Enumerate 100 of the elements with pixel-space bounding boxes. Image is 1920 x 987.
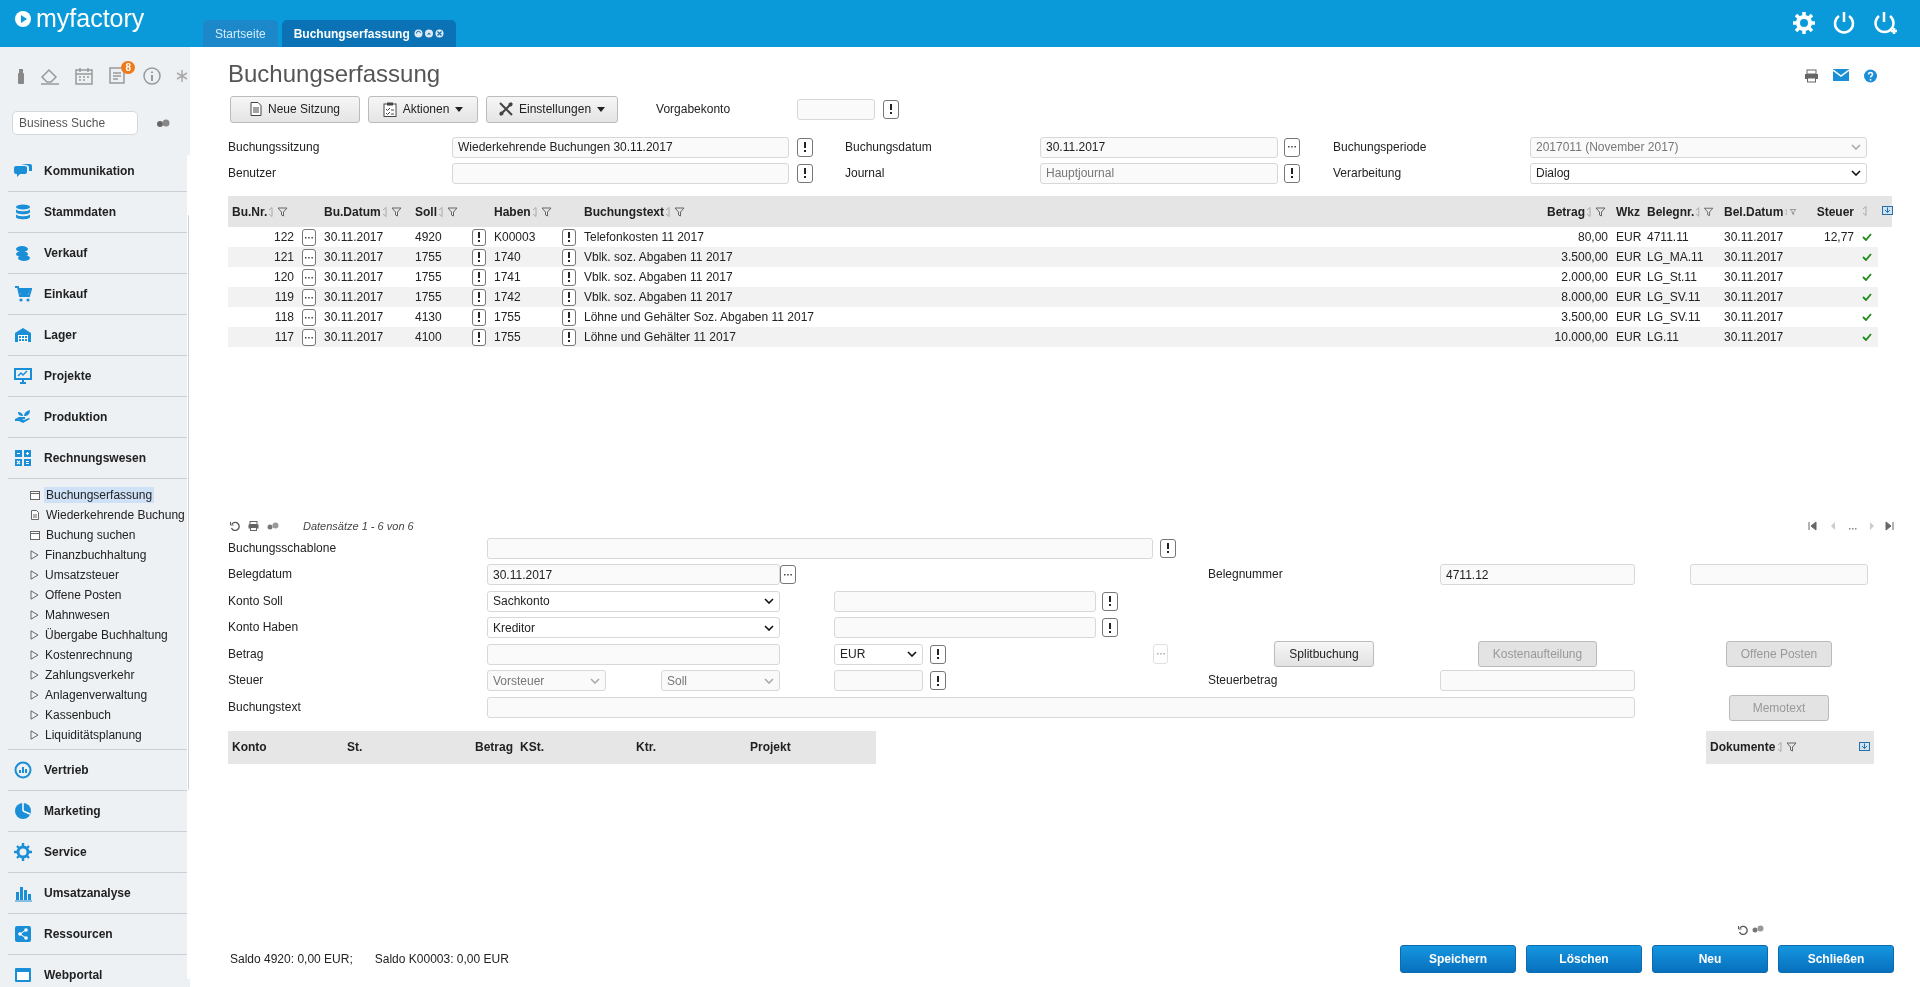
nav-subitem[interactable]: Umsatzsteuer <box>30 565 187 585</box>
input-field[interactable] <box>797 98 876 120</box>
gears-icon[interactable] <box>156 118 170 128</box>
exclamation-button[interactable] <box>562 248 576 266</box>
footer-button[interactable]: Löschen <box>1526 945 1642 973</box>
input-field[interactable] <box>452 162 789 184</box>
refresh-icon[interactable] <box>1738 925 1748 935</box>
column-header[interactable]: Buchungstext <box>584 204 665 219</box>
more-button[interactable] <box>780 565 796 585</box>
toolbar-button[interactable]: Einstellungen <box>486 95 619 123</box>
print-icon[interactable] <box>248 521 259 531</box>
nav-item[interactable]: Vertrieb <box>8 750 187 791</box>
more-button[interactable] <box>302 289 316 307</box>
date-field[interactable]: 30.11.2017 <box>1040 136 1278 158</box>
nav-subitem[interactable]: Offene Posten <box>30 585 187 605</box>
settings-icon[interactable] <box>1792 10 1816 35</box>
date-field[interactable]: 30.11.2017 <box>487 564 780 586</box>
input-field[interactable] <box>487 643 780 665</box>
exclamation-button[interactable] <box>472 268 486 286</box>
exclamation-button[interactable] <box>1102 618 1118 638</box>
input-field[interactable] <box>834 617 1096 639</box>
sort-filter-icon[interactable] <box>1784 206 1798 217</box>
tab-controls-icon[interactable] <box>413 29 444 38</box>
power-icon[interactable] <box>1832 10 1856 35</box>
nav-item[interactable]: Service <box>8 832 187 873</box>
sort-filter-icon[interactable] <box>438 206 460 217</box>
column-header[interactable]: Projekt <box>750 740 791 755</box>
nav-subitem[interactable]: Übergabe Buchhaltung <box>30 625 187 645</box>
column-header[interactable]: Soll <box>415 204 437 219</box>
nav-subitem[interactable]: Zahlungsverkehr <box>30 665 187 685</box>
toolbar-button[interactable]: Aktionen <box>368 95 478 123</box>
more-button[interactable] <box>302 249 316 267</box>
input-field[interactable] <box>834 590 1096 612</box>
nav-subitem[interactable]: Kassenbuch <box>30 705 187 725</box>
tab[interactable]: Buchungserfassung <box>281 20 456 47</box>
nav-subitem[interactable]: Mahnwesen <box>30 605 187 625</box>
nav-item[interactable]: Stammdaten <box>8 192 187 233</box>
exclamation-button[interactable] <box>562 308 576 326</box>
more-button[interactable] <box>1284 137 1300 157</box>
exclamation-button[interactable] <box>1160 538 1176 558</box>
sort-filter-icon[interactable] <box>1586 206 1608 217</box>
dropdown[interactable]: Dialog <box>1530 162 1867 184</box>
exclamation-button[interactable] <box>562 268 576 286</box>
gears-icon[interactable] <box>267 522 279 530</box>
info-icon[interactable] <box>142 66 162 86</box>
column-header[interactable]: Dokumente <box>1710 740 1776 755</box>
exclamation-button[interactable] <box>472 328 486 346</box>
sort-filter-icon[interactable] <box>1777 742 1800 753</box>
sort-filter-icon[interactable] <box>1695 206 1716 217</box>
footer-button[interactable]: Neu <box>1652 945 1768 973</box>
column-header[interactable]: Haben <box>494 204 531 219</box>
column-header[interactable]: Bu.Nr. <box>232 204 268 219</box>
refresh-icon[interactable] <box>230 521 240 531</box>
export-icon[interactable] <box>1882 205 1893 216</box>
nav-item[interactable]: Umsatzanalyse <box>8 873 187 914</box>
mail-icon[interactable] <box>1833 69 1849 81</box>
nav-subitem[interactable]: Finanzbuchhaltung <box>30 545 187 565</box>
exclamation-button[interactable] <box>472 308 486 326</box>
footer-button[interactable]: Speichern <box>1400 945 1516 973</box>
exclamation-button[interactable] <box>472 228 486 246</box>
exclamation-button[interactable] <box>930 644 946 664</box>
footer-button[interactable]: Schließen <box>1778 945 1894 973</box>
dropdown[interactable]: Kreditor <box>487 617 780 639</box>
calendar-icon[interactable] <box>74 66 94 86</box>
nav-item[interactable]: Marketing <box>8 791 187 832</box>
exclamation-button[interactable] <box>562 228 576 246</box>
input-field[interactable] <box>1440 670 1635 692</box>
print-icon[interactable] <box>1804 69 1819 83</box>
exclamation-button[interactable] <box>797 163 813 183</box>
gears-icon[interactable] <box>1752 925 1764 933</box>
more-button[interactable] <box>302 269 316 287</box>
exclamation-button[interactable] <box>562 328 576 346</box>
nav-item[interactable]: Verkauf <box>8 233 187 274</box>
input-field[interactable] <box>1690 564 1868 586</box>
column-header[interactable]: Konto <box>232 740 267 755</box>
nav-item[interactable]: Einkauf <box>8 274 187 315</box>
bottle-icon[interactable] <box>16 67 26 85</box>
nav-subitem[interactable]: Wiederkehrende Buchung <box>30 505 187 525</box>
power-plus-icon[interactable] <box>1872 10 1898 37</box>
dropdown[interactable]: Sachkonto <box>487 590 780 612</box>
column-header[interactable]: Betrag <box>475 740 513 755</box>
sort-filter-icon[interactable] <box>531 206 554 217</box>
action-button[interactable]: Splitbuchung <box>1274 641 1374 668</box>
nav-subitem[interactable]: Liquiditätsplanung <box>30 725 187 745</box>
nav-subitem[interactable]: Anlagenverwaltung <box>30 685 187 705</box>
exclamation-button[interactable] <box>883 99 900 119</box>
exclamation-button[interactable] <box>472 248 486 266</box>
nav-item[interactable]: Projekte <box>8 356 187 397</box>
currency-dropdown[interactable]: EUR <box>834 643 923 665</box>
nav-subitem[interactable]: Buchung suchen <box>30 525 187 545</box>
sort-filter-icon[interactable] <box>381 206 404 217</box>
more-button[interactable] <box>302 229 316 247</box>
export-icon[interactable] <box>1859 742 1870 753</box>
exclamation-button[interactable] <box>797 137 813 157</box>
more-button[interactable] <box>302 309 316 327</box>
column-header[interactable]: St. <box>347 740 363 755</box>
exclamation-button[interactable] <box>562 288 576 306</box>
nav-item[interactable]: Kommunikation <box>8 151 187 192</box>
input-field[interactable]: 4711.12 <box>1440 564 1635 586</box>
input-field[interactable] <box>487 537 1153 559</box>
